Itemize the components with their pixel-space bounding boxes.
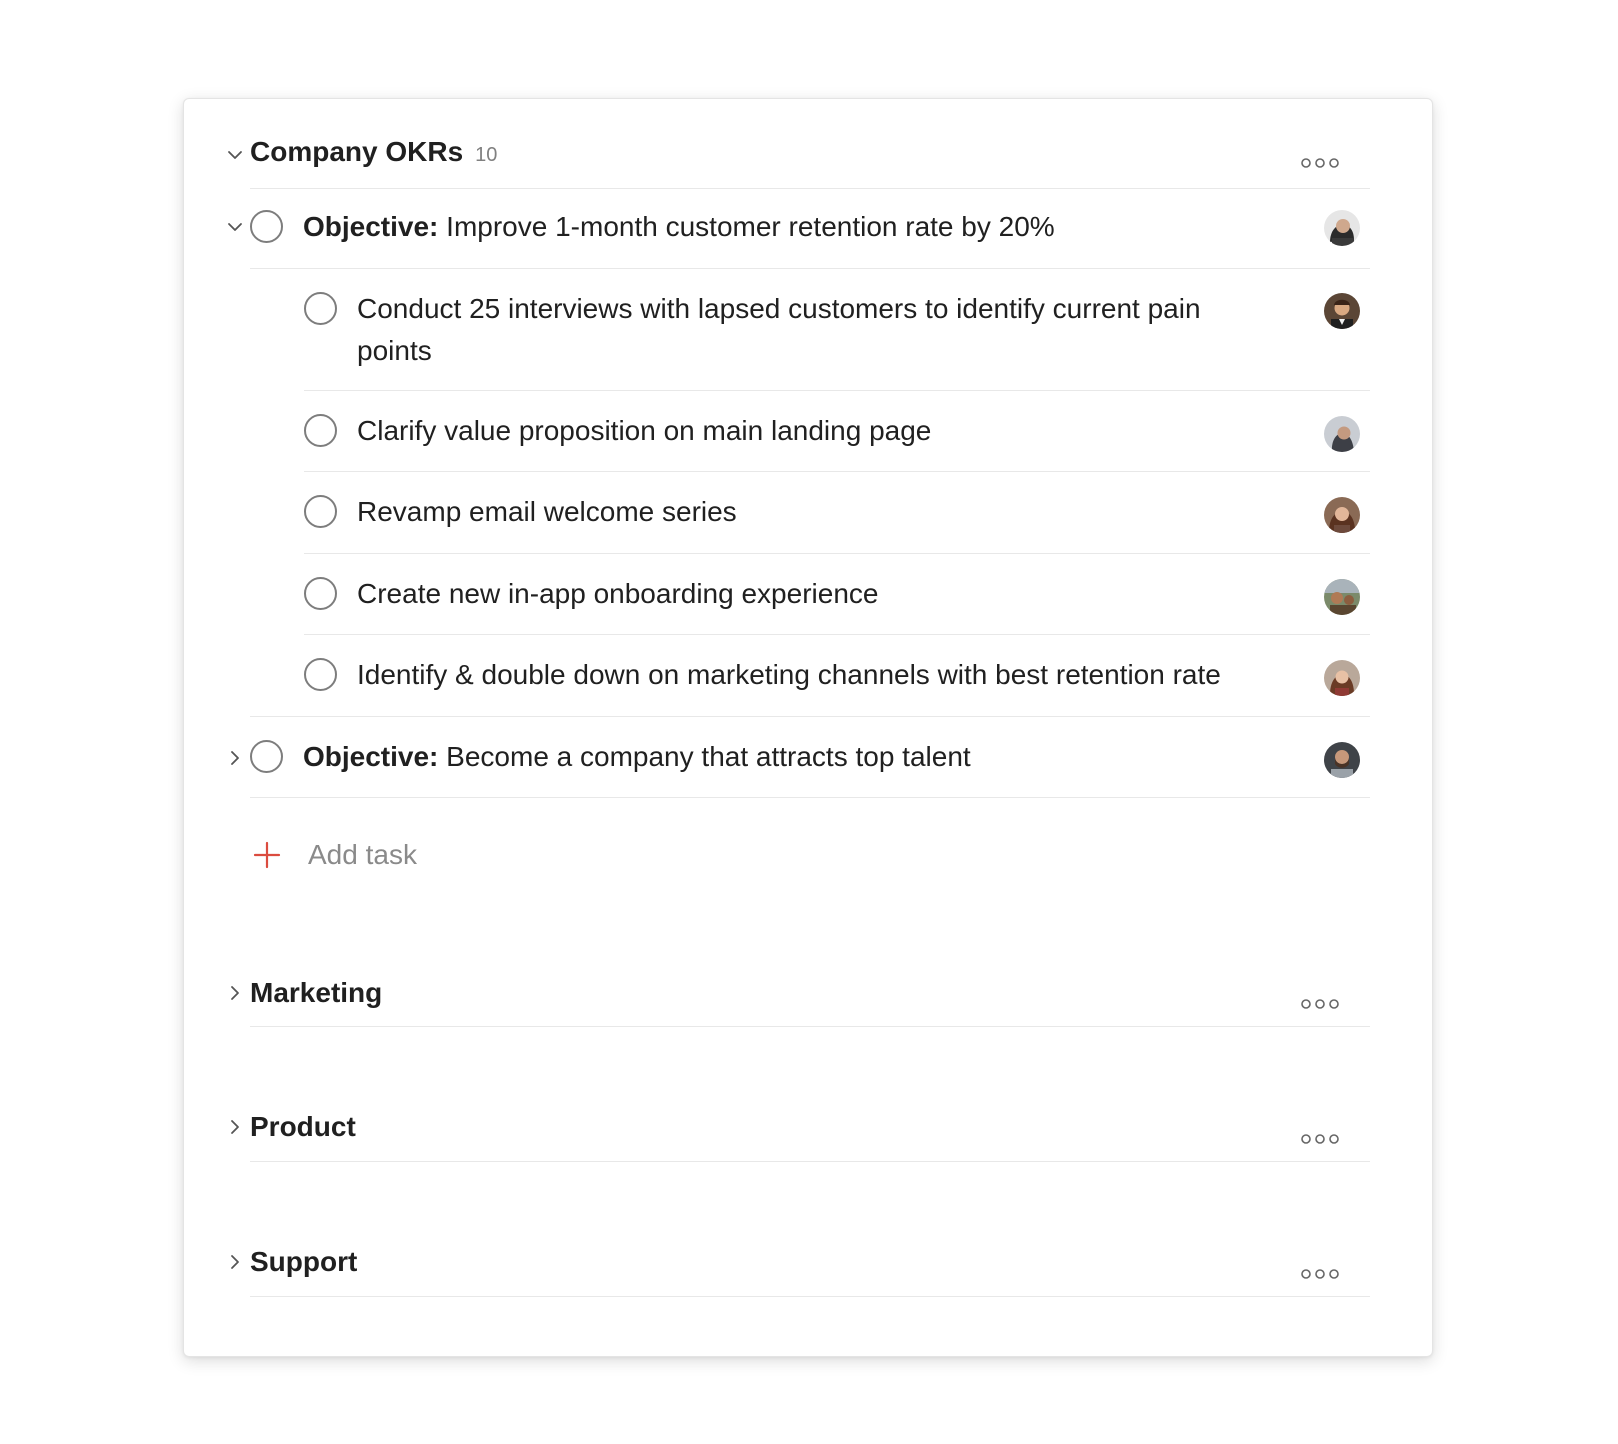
divider (250, 1161, 1370, 1162)
task-checkbox[interactable] (304, 414, 337, 447)
chevron-right-icon[interactable] (226, 1253, 244, 1271)
more-dots-icon[interactable] (1300, 1132, 1340, 1146)
divider (304, 634, 1370, 635)
chevron-right-icon[interactable] (226, 1118, 244, 1136)
subtask-content[interactable]: Identify & double down on marketing chan… (357, 654, 1317, 696)
section-header-product[interactable]: Product (250, 1110, 356, 1144)
subtask-content[interactable]: Conduct 25 interviews with lapsed custom… (357, 288, 1257, 372)
avatar[interactable] (1324, 579, 1360, 615)
task-checkbox[interactable] (250, 740, 283, 773)
task-content: Improve 1-month customer retention rate … (446, 211, 1055, 242)
task-content: Become a company that attracts top talen… (446, 741, 971, 772)
divider (250, 1026, 1370, 1027)
more-dots-icon[interactable] (1300, 156, 1340, 170)
divider (304, 390, 1370, 391)
plus-icon (252, 840, 282, 870)
avatar[interactable] (1324, 742, 1360, 778)
section-title: Product (250, 1111, 356, 1142)
task-checkbox[interactable] (304, 292, 337, 325)
more-dots-icon[interactable] (1300, 997, 1340, 1011)
section-header-marketing[interactable]: Marketing (250, 976, 382, 1010)
divider (250, 188, 1370, 189)
objective-row[interactable]: Objective: Improve 1-month customer rete… (303, 206, 1303, 248)
avatar[interactable] (1324, 416, 1360, 452)
subtask-content[interactable]: Revamp email welcome series (357, 491, 1257, 533)
project-card: Company OKRs 10 Objective: Improve 1-mon… (183, 98, 1433, 1357)
divider (250, 797, 1370, 798)
avatar[interactable] (1324, 660, 1360, 696)
objective-prefix: Objective: (303, 741, 439, 772)
task-checkbox[interactable] (304, 495, 337, 528)
chevron-down-icon[interactable] (226, 146, 244, 164)
section-title: Company OKRs (250, 136, 464, 167)
add-task-button[interactable]: Add task (252, 838, 417, 872)
divider (304, 471, 1370, 472)
subtask-content[interactable]: Clarify value proposition on main landin… (357, 410, 1257, 452)
add-task-label: Add task (308, 839, 417, 870)
avatar[interactable] (1324, 210, 1360, 246)
task-count-badge: 10 (475, 144, 498, 166)
chevron-right-icon[interactable] (226, 749, 244, 767)
objective-row[interactable]: Objective: Become a company that attract… (303, 736, 1303, 778)
objective-prefix: Objective: (303, 211, 439, 242)
chevron-down-icon[interactable] (226, 218, 244, 236)
divider (250, 716, 1370, 717)
subtask-content[interactable]: Create new in-app onboarding experience (357, 573, 1257, 615)
section-header-okrs: Company OKRs 10 (250, 135, 497, 169)
divider (250, 1296, 1370, 1297)
chevron-right-icon[interactable] (226, 984, 244, 1002)
section-title: Marketing (250, 977, 383, 1008)
divider (304, 553, 1370, 554)
divider (250, 268, 1370, 269)
more-dots-icon[interactable] (1300, 1267, 1340, 1281)
section-title: Support (250, 1246, 358, 1277)
task-checkbox[interactable] (304, 658, 337, 691)
task-checkbox[interactable] (304, 577, 337, 610)
avatar[interactable] (1324, 293, 1360, 329)
avatar[interactable] (1324, 497, 1360, 533)
section-header-support[interactable]: Support (250, 1245, 357, 1279)
task-checkbox[interactable] (250, 210, 283, 243)
